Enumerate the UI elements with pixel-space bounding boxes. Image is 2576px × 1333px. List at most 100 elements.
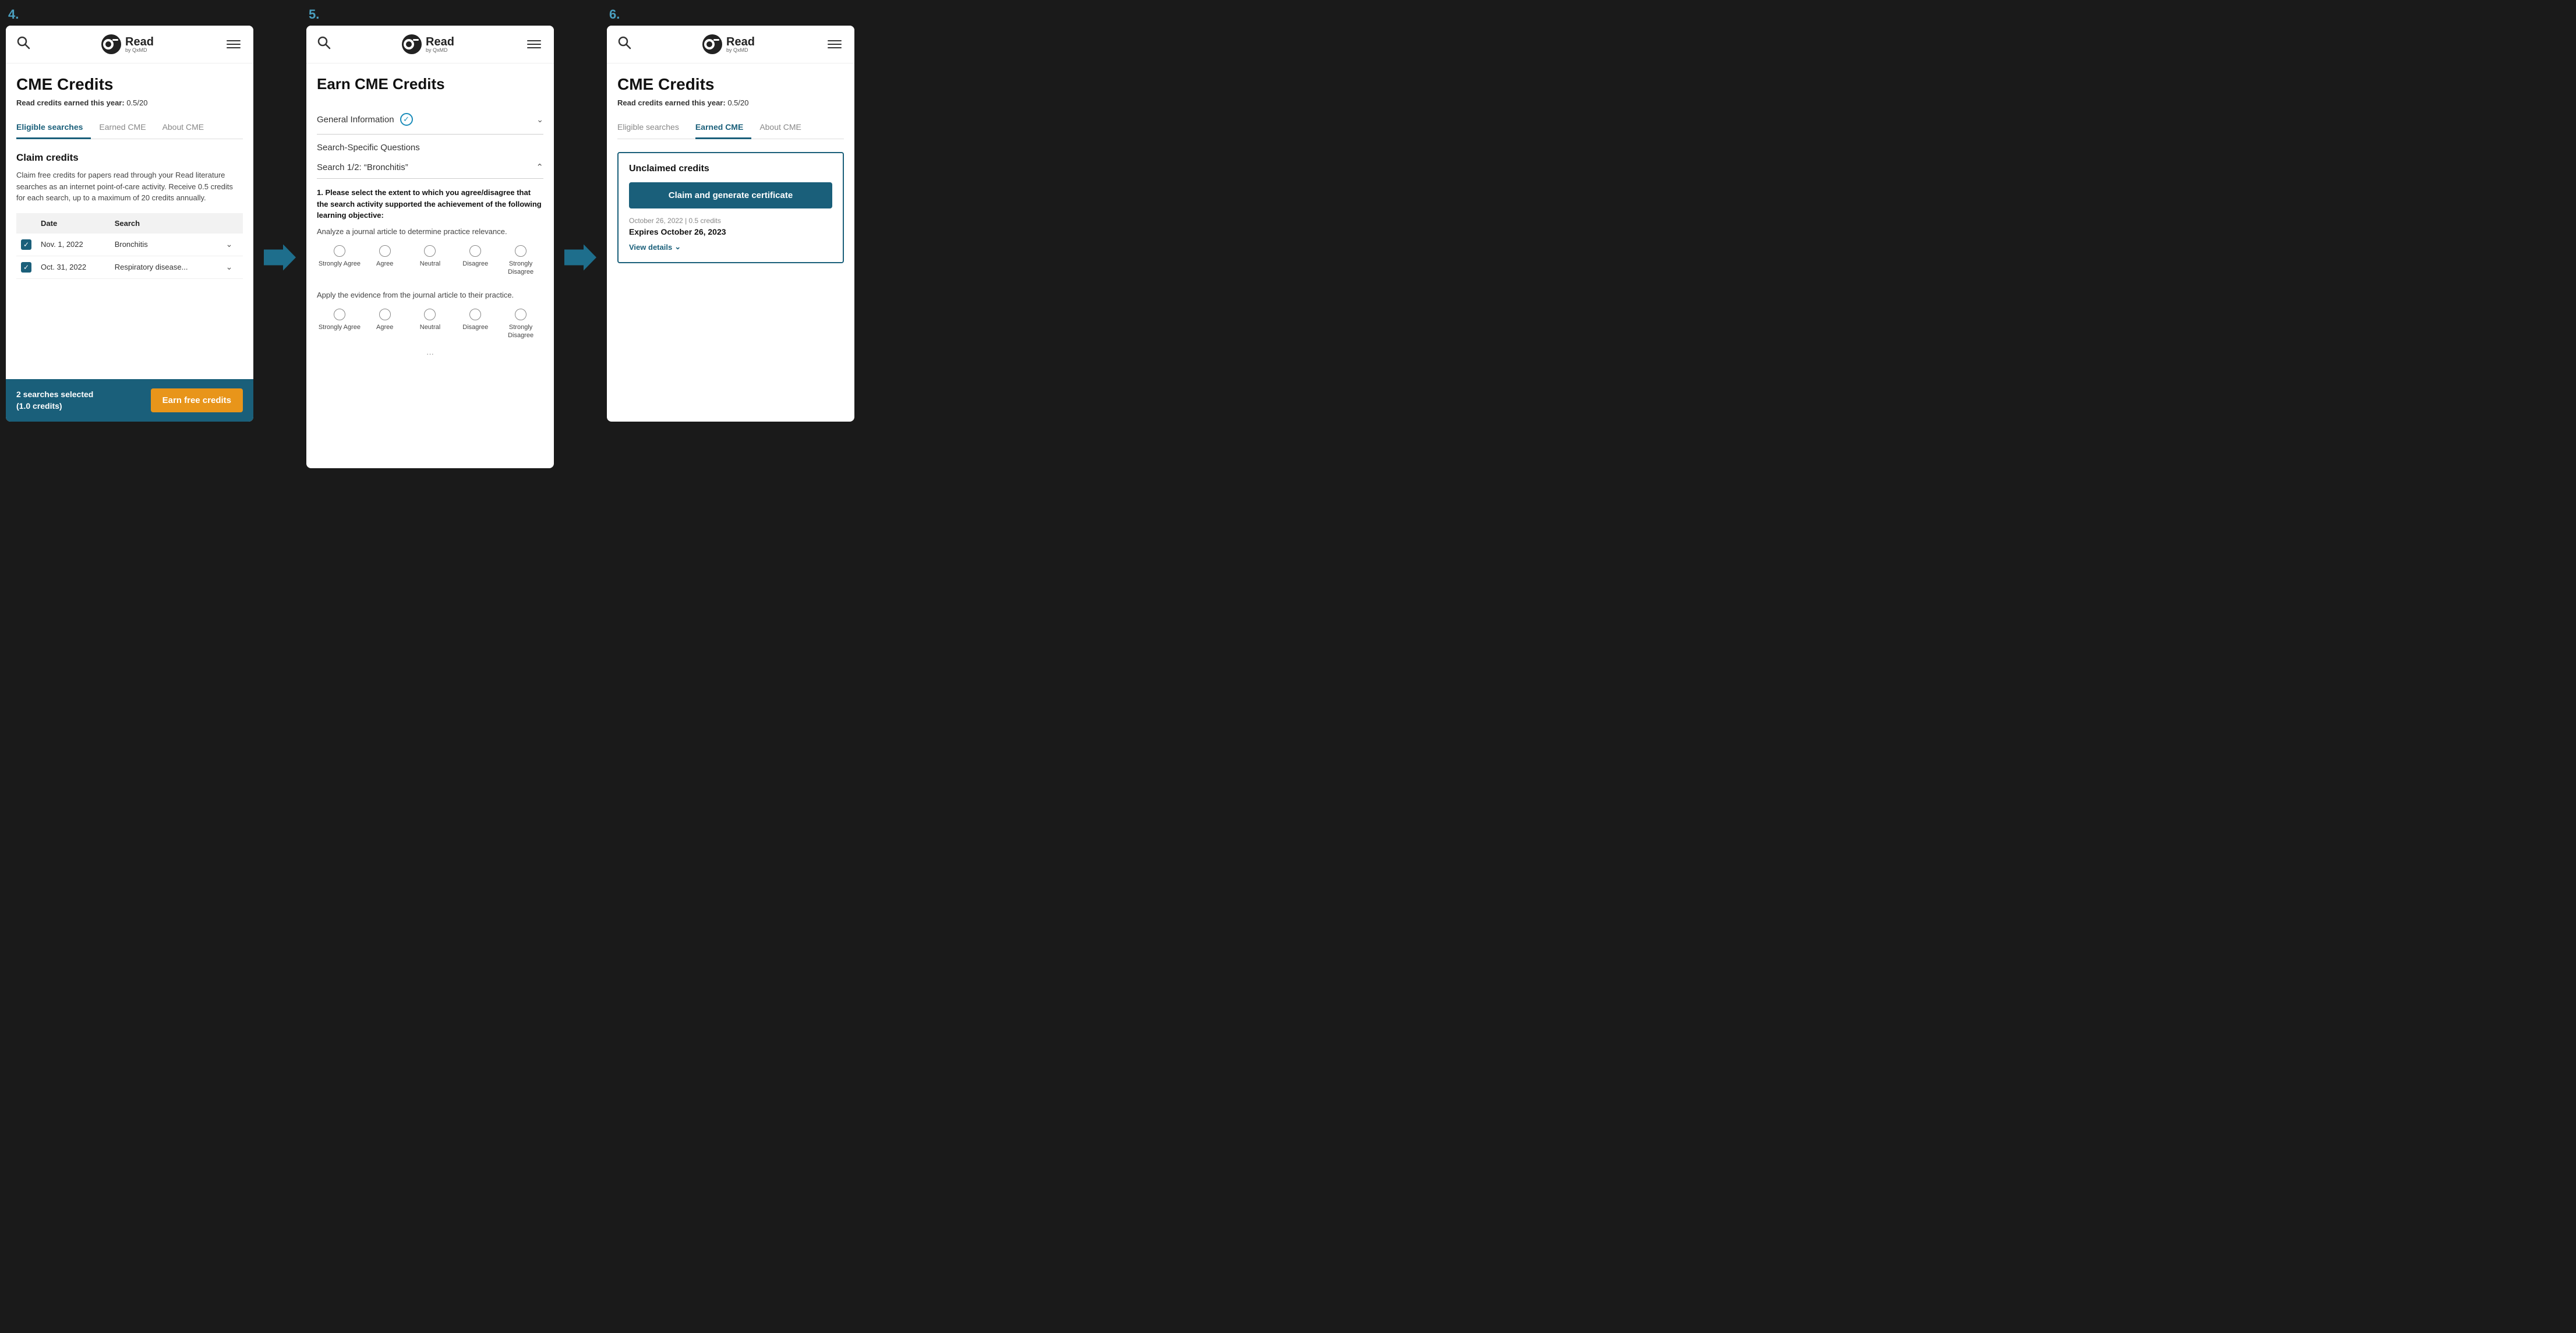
credit-date: October 26, 2022 | 0.5 credits (629, 217, 832, 225)
row-2-expand[interactable]: ⌄ (226, 262, 233, 271)
tab-eligible-searches-3[interactable]: Eligible searches (617, 118, 687, 139)
search-accordion-chevron[interactable]: ⌃ (536, 162, 543, 172)
radio-label: Strongly Agree (319, 323, 361, 331)
tab-about-cme-1[interactable]: About CME (162, 118, 213, 139)
tab-earned-cme-3[interactable]: Earned CME (695, 118, 751, 139)
row-2-date: Oct. 31, 2022 (36, 256, 110, 278)
menu-button-1[interactable] (224, 38, 243, 51)
logo-text-3: Read (726, 36, 755, 48)
radio-label: Neutral (420, 260, 440, 268)
step-wrapper-3: 6. Read by QxMD (607, 0, 854, 468)
menu-button-2[interactable] (525, 38, 543, 51)
search-icon-3[interactable] (617, 36, 631, 53)
app-header-1: Read by QxMD (6, 26, 253, 63)
credits-label-3: Read credits earned this year: 0.5/20 (617, 98, 844, 107)
radio-circle[interactable] (469, 245, 481, 257)
app-header-3: Read by QxMD (607, 26, 854, 63)
unclaimed-box: Unclaimed credits Claim and generate cer… (617, 152, 844, 263)
phone-panel-3: Read by QxMD CME Credits Read credits ea… (607, 26, 854, 422)
general-info-title: General Information (317, 115, 394, 125)
arrow-icon-1 (264, 245, 296, 271)
page-title-3: CME Credits (617, 75, 844, 94)
radio-label: Strongly Disagree (498, 323, 543, 340)
step-number-1: 4. (6, 7, 19, 22)
radio-circle[interactable] (469, 309, 481, 320)
radio-circle[interactable] (379, 309, 391, 320)
radio-strongly-agree-2[interactable]: Strongly Agree (317, 309, 362, 340)
arrow-1 (253, 47, 306, 468)
row-1-date: Nov. 1, 2022 (36, 234, 110, 256)
page-title-1: CME Credits (16, 75, 243, 94)
radio-label: Strongly Agree (319, 260, 361, 268)
table-row: ✓ Nov. 1, 2022 Bronchitis ⌄ (16, 234, 243, 256)
logo-area-1: Read by QxMD (101, 34, 154, 55)
search-table: Date Search ✓ Nov. 1, 2022 Bronchitis ⌄ … (16, 213, 243, 279)
question-2-block: Apply the evidence from the journal arti… (317, 280, 543, 340)
radio-circle[interactable] (379, 245, 391, 257)
radio-group-2: Strongly Agree Agree Neutral Disagree (317, 309, 543, 340)
logo-icon-3 (702, 34, 723, 55)
logo-icon-1 (101, 34, 122, 55)
tab-earned-cme-1[interactable]: Earned CME (99, 118, 154, 139)
earn-free-credits-button[interactable]: Earn free credits (151, 388, 243, 412)
logo-text-1: Read (125, 36, 154, 48)
menu-button-3[interactable] (825, 38, 844, 51)
logo-subtext-3: by QxMD (726, 48, 755, 53)
table-row: ✓ Oct. 31, 2022 Respiratory disease... ⌄ (16, 256, 243, 278)
logo-subtext-1: by QxMD (125, 48, 154, 53)
question-1-sub: Analyze a journal article to determine p… (317, 226, 543, 238)
row-1-search: Bronchitis (110, 234, 221, 256)
row-1-expand[interactable]: ⌄ (226, 239, 233, 249)
general-info-accordion: General Information ✓ ⌄ (317, 105, 543, 135)
unclaimed-title: Unclaimed credits (629, 164, 832, 174)
radio-circle[interactable] (515, 245, 526, 257)
search-accordion-header[interactable]: Search 1/2: “Bronchitis” ⌃ (317, 162, 543, 172)
bottom-bar-1: 2 searches selected (1.0 credits) Earn f… (6, 379, 253, 422)
radio-circle[interactable] (424, 245, 436, 257)
claim-certificate-button[interactable]: Claim and generate certificate (629, 182, 832, 208)
radio-circle[interactable] (334, 309, 345, 320)
search-accordion-title: Search 1/2: “Bronchitis” (317, 162, 408, 172)
checkbox-row-2[interactable]: ✓ (21, 262, 31, 273)
tab-eligible-searches[interactable]: Eligible searches (16, 118, 91, 139)
search-icon-1[interactable] (16, 36, 30, 53)
section-title-1: Claim credits (16, 152, 243, 164)
check-circle-icon: ✓ (400, 113, 413, 126)
question-1-block: 1. Please select the extent to which you… (317, 179, 543, 277)
search-icon-2[interactable] (317, 36, 331, 53)
logo-area-3: Read by QxMD (702, 34, 755, 55)
radio-strongly-agree-1[interactable]: Strongly Agree (317, 245, 362, 277)
radio-circle[interactable] (334, 245, 345, 257)
radio-neutral-2[interactable]: Neutral (408, 309, 453, 340)
scroll-indicator: ··· (317, 349, 543, 358)
app-header-2: Read by QxMD (306, 26, 554, 63)
general-info-accordion-header[interactable]: General Information ✓ ⌄ (317, 113, 543, 126)
radio-circle[interactable] (424, 309, 436, 320)
radio-strongly-disagree-2[interactable]: Strongly Disagree (498, 309, 543, 340)
radio-strongly-disagree-1[interactable]: Strongly Disagree (498, 245, 543, 277)
table-col-check (16, 213, 36, 234)
radio-label: Strongly Disagree (498, 260, 543, 277)
table-col-date: Date (36, 213, 110, 234)
expires-text: Expires October 26, 2023 (629, 227, 832, 236)
section-desc-1: Claim free credits for papers read throu… (16, 169, 243, 204)
radio-circle[interactable] (515, 309, 526, 320)
tab-about-cme-3[interactable]: About CME (759, 118, 810, 139)
phone-panel-1: Read by QxMD CME Credits Read credits ea… (6, 26, 253, 422)
radio-disagree-1[interactable]: Disagree (453, 245, 498, 277)
checkbox-row-1[interactable]: ✓ (21, 239, 31, 250)
tabs-bar-1: Eligible searches Earned CME About CME (16, 118, 243, 139)
radio-disagree-2[interactable]: Disagree (453, 309, 498, 340)
search-specific-title: Search-Specific Questions (317, 135, 543, 156)
view-details-link[interactable]: View details ⌄ (629, 242, 832, 252)
radio-agree-1[interactable]: Agree (362, 245, 408, 277)
logo-text-2: Read (426, 36, 454, 48)
bottom-bar-text: 2 searches selected (1.0 credits) (16, 389, 93, 412)
radio-group-1: Strongly Agree Agree Neutral Disagree (317, 245, 543, 277)
general-info-chevron[interactable]: ⌄ (536, 115, 543, 125)
logo-icon-2 (401, 34, 422, 55)
radio-neutral-1[interactable]: Neutral (408, 245, 453, 277)
logo-area-2: Read by QxMD (401, 34, 454, 55)
radio-agree-2[interactable]: Agree (362, 309, 408, 340)
table-col-search: Search (110, 213, 221, 234)
